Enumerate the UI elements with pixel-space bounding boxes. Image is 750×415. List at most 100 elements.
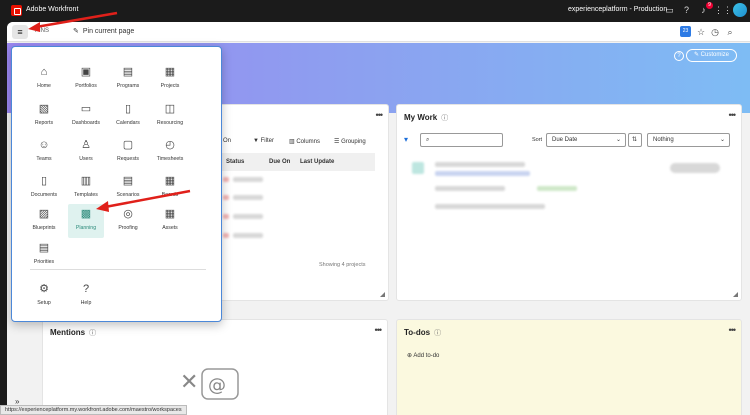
menu-item-label: Portfolios bbox=[75, 83, 97, 89]
sort-order-button[interactable]: ⇅ bbox=[628, 133, 642, 147]
list-item bbox=[537, 186, 577, 191]
assets-icon: ▦ bbox=[164, 208, 176, 220]
column-last-update[interactable]: Last Update bbox=[300, 159, 334, 165]
menu-item-help[interactable]: ? Help bbox=[68, 279, 104, 313]
projects-count: Showing 4 projects bbox=[319, 262, 366, 268]
timesheet-icon: ◴ bbox=[165, 139, 175, 151]
menu-item-label: Timesheets bbox=[156, 156, 184, 162]
menu-item-label: Dashboards bbox=[72, 120, 100, 126]
info-icon[interactable]: ⓘ bbox=[441, 115, 448, 122]
pin-icon: ✎ bbox=[73, 28, 79, 35]
customize-label: Customize bbox=[700, 52, 730, 58]
menu-item-scenarios[interactable]: ▤ Scenarios bbox=[110, 171, 146, 205]
menu-item-label: Priorities bbox=[33, 259, 55, 265]
calendar-badge-icon[interactable]: 23 bbox=[680, 26, 691, 37]
mentions-more-button[interactable]: ••• bbox=[375, 325, 383, 335]
menu-item-documents[interactable]: ▯ Documents bbox=[26, 171, 62, 205]
grouping-button[interactable]: ☰ Grouping bbox=[334, 138, 366, 145]
search-icon[interactable]: ⌕ bbox=[724, 26, 736, 38]
menu-item-reports[interactable]: ▧ Reports bbox=[26, 99, 62, 133]
menu-item-proofing[interactable]: ◎ Proofing bbox=[110, 204, 146, 238]
menu-item-label: Projects bbox=[160, 83, 180, 89]
my-work-search-input[interactable]: ⌕ bbox=[420, 133, 503, 147]
avatar[interactable] bbox=[733, 3, 747, 17]
resourcing-icon: ◫ bbox=[164, 103, 176, 115]
menu-item-resourcing[interactable]: ◫ Resourcing bbox=[152, 99, 188, 133]
menu-item-projects[interactable]: ▦ Projects bbox=[152, 62, 188, 96]
table-row[interactable] bbox=[223, 177, 229, 182]
star-icon[interactable]: ☆ bbox=[695, 26, 707, 38]
menu-item-setup[interactable]: ⚙ Setup bbox=[26, 279, 62, 313]
menu-item-label: Teams bbox=[36, 156, 52, 162]
projects-more-button[interactable]: ••• bbox=[376, 110, 384, 120]
menu-item-label: Programs bbox=[116, 83, 140, 89]
info-icon[interactable]: ⓘ bbox=[89, 330, 96, 337]
boards-icon: ▦ bbox=[164, 175, 176, 187]
help-icon[interactable]: ? bbox=[680, 4, 693, 17]
group-select[interactable]: Nothing ⌄ bbox=[647, 133, 730, 147]
add-todo-button[interactable]: ⊕ Add to-do bbox=[407, 352, 439, 359]
filter-label: Filter bbox=[260, 138, 274, 144]
menu-item-label: Proofing bbox=[118, 225, 138, 231]
resize-handle[interactable] bbox=[733, 292, 738, 297]
filter-funnel-icon[interactable]: ▾ bbox=[404, 135, 408, 144]
filter-button[interactable]: ▼ Filter bbox=[253, 138, 274, 144]
programs-icon: ▤ bbox=[122, 66, 134, 78]
pin-current-label: Pin current page bbox=[82, 28, 135, 35]
menu-item-home[interactable]: ⌂ Home bbox=[26, 62, 62, 96]
table-row[interactable] bbox=[223, 195, 229, 200]
sort-select[interactable]: Due Date ⌄ bbox=[546, 133, 626, 147]
menu-item-requests[interactable]: ▢ Requests bbox=[110, 135, 146, 169]
main-menu-button[interactable]: ≡ bbox=[12, 25, 28, 39]
todos-more-button[interactable]: ••• bbox=[729, 325, 737, 335]
history-icon[interactable]: ◷ bbox=[709, 26, 721, 38]
my-work-more-button[interactable]: ••• bbox=[729, 110, 737, 120]
feedback-icon[interactable]: ▭ bbox=[663, 4, 676, 17]
info-icon[interactable]: ⓘ bbox=[434, 330, 441, 337]
priorities-icon: ▤ bbox=[38, 242, 50, 254]
table-row[interactable] bbox=[223, 233, 229, 238]
instance-name[interactable]: experienceplatform - Production bbox=[568, 6, 667, 13]
help-icon: ? bbox=[82, 283, 90, 295]
list-item bbox=[435, 186, 505, 191]
menu-item-blueprints[interactable]: ▨ Blueprints bbox=[26, 204, 62, 238]
sort-label: Sort bbox=[532, 137, 543, 143]
menu-item-users[interactable]: ♙ Users bbox=[68, 135, 104, 169]
menu-item-templates[interactable]: ▥ Templates bbox=[68, 171, 104, 205]
menu-item-dashboards[interactable]: ▭ Dashboards bbox=[68, 99, 104, 133]
menu-item-teams[interactable]: ☺ Teams bbox=[26, 135, 62, 169]
columns-button[interactable]: ▥ Columns bbox=[289, 138, 320, 145]
table-row bbox=[233, 177, 263, 182]
dashboard-icon: ▭ bbox=[80, 103, 92, 115]
table-row[interactable] bbox=[223, 214, 229, 219]
table-row bbox=[233, 233, 263, 238]
column-due-on[interactable]: Due On bbox=[269, 159, 290, 165]
pin-current-page-button[interactable]: ✎ Pin current page bbox=[73, 27, 134, 35]
notifications-bell-icon[interactable]: ♪ 9 bbox=[697, 2, 713, 17]
sort-value: Due Date bbox=[552, 137, 578, 143]
customize-button[interactable]: ✎ Customize bbox=[686, 49, 737, 62]
menu-item-programs[interactable]: ▤ Programs bbox=[110, 62, 146, 96]
main-menu-panel: ⌂ Home ▣ Portfolios ▤ Programs ▦ Projects ▧ Repor… bbox=[11, 46, 222, 322]
hamburger-icon: ≡ bbox=[17, 27, 23, 37]
menu-item-assets[interactable]: ▦ Assets bbox=[152, 204, 188, 238]
menu-item-calendars[interactable]: ▯ Calendars bbox=[110, 99, 146, 133]
home-icon: ⌂ bbox=[40, 66, 48, 78]
workfront-logo-icon bbox=[11, 5, 22, 16]
column-status[interactable]: Status bbox=[226, 159, 244, 165]
my-work-title-text: My Work bbox=[404, 113, 438, 122]
hero-help-icon[interactable]: ? bbox=[674, 51, 684, 61]
list-item[interactable] bbox=[435, 162, 525, 167]
menu-item-label: Home bbox=[37, 83, 51, 89]
list-item bbox=[435, 204, 545, 209]
menu-item-timesheets[interactable]: ◴ Timesheets bbox=[152, 135, 188, 169]
menu-item-portfolios[interactable]: ▣ Portfolios bbox=[68, 62, 104, 96]
resize-handle[interactable] bbox=[380, 292, 385, 297]
apps-grid-icon[interactable]: ⋮⋮ bbox=[714, 4, 732, 17]
menu-item-label: Resourcing bbox=[156, 120, 184, 126]
menu-item-planning[interactable]: ▩ Planning bbox=[68, 204, 104, 238]
mentions-title: Mentions bbox=[50, 328, 86, 337]
menu-item-priorities[interactable]: ▤ Priorities bbox=[26, 238, 62, 272]
menu-item-boards[interactable]: ▦ Boards bbox=[152, 171, 188, 205]
menu-item-label: Help bbox=[80, 300, 92, 306]
